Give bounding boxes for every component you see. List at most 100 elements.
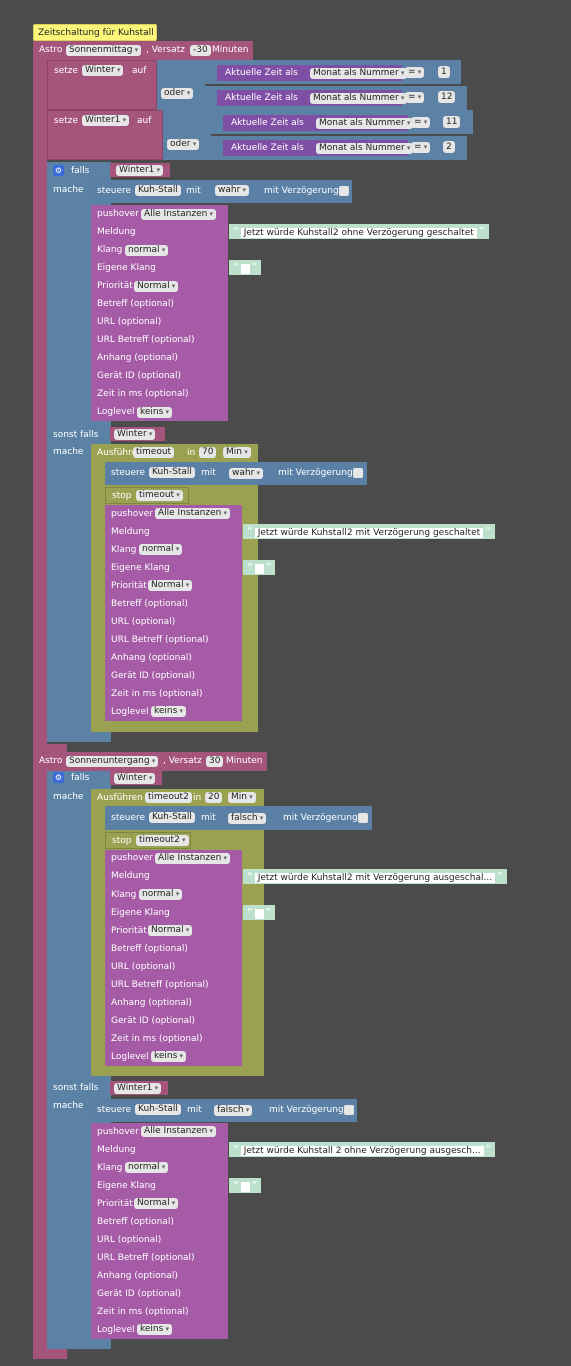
message-text[interactable]: Jetzt würde Kuhstall2 mit Verzögerung ge… [254,528,484,538]
time-format-dropdown[interactable]: Monat als Nummer [310,68,408,79]
timeout-value[interactable]: 20 [205,792,223,803]
stop-name-dropdown[interactable]: timeout2 [136,835,189,846]
value-dropdown[interactable]: falsch [228,813,267,824]
timeout-value[interactable]: 70 [199,447,217,458]
empty-string[interactable]: “ ” [243,905,276,920]
message-string[interactable]: “Jetzt würde Kuhstall2 ohne Verzögerung … [229,224,489,239]
delay-checkbox[interactable] [353,468,363,478]
empty-string[interactable]: “ ” [229,1178,262,1193]
delay-checkbox[interactable] [344,1105,354,1115]
compare-row[interactable]: Aktuelle Zeit als Monat als Nummer = 12 [205,86,467,110]
pushover-block-4[interactable]: pushover Alle Instanzen Meldung Klang no… [91,1123,228,1339]
compare-value[interactable]: 11 [443,116,461,128]
oder-dropdown[interactable]: oder [167,139,200,150]
empty-string[interactable]: “ ” [243,560,276,575]
timeout-unit-dropdown[interactable]: Min [228,792,256,803]
delay-checkbox[interactable] [339,186,349,196]
compare-value[interactable]: 1 [438,66,450,78]
offset-value[interactable]: -30 [190,45,211,56]
compare-row[interactable]: Aktuelle Zeit als Monat als Nummer = 1 [205,60,461,84]
steuere-block-4[interactable]: steuere Kuh-Stall mit falsch mit Verzöge… [91,1099,357,1122]
astro-event-dropdown[interactable]: Sonnenmittag [66,45,142,56]
klang-dropdown[interactable]: normal [139,889,183,900]
device-field[interactable]: Kuh-Stall [149,812,195,823]
stop-block-1[interactable]: stop timeout [105,487,189,504]
time-block[interactable]: Aktuelle Zeit als Monat als Nummer [223,115,414,131]
time-format-dropdown[interactable]: Monat als Nummer [316,143,414,154]
oder-block-2[interactable]: oder [163,110,211,160]
device-field[interactable]: Kuh-Stall [135,185,181,196]
timeout-name-field[interactable]: timeout2 [145,792,192,803]
stop-name-dropdown[interactable]: timeout [136,490,183,501]
message-string[interactable]: “Jetzt würde Kuhstall2 mit Verzögerung g… [243,524,495,539]
astro-block-2[interactable]: Astro Sonnenuntergang , Versatz 30 Minut… [33,752,267,771]
astro-block-1[interactable]: Astro Sonnenmittag , Versatz -30 Minuten [33,41,253,60]
setze-winter1-block[interactable]: setze Winter1 auf [47,110,163,160]
compare-value[interactable]: 2 [443,141,455,153]
instances-dropdown[interactable]: Alle Instanzen [155,508,231,519]
pushover-block-2[interactable]: pushover Alle Instanzen Meldung Klang no… [105,505,242,721]
operator-dropdown[interactable]: = [405,92,425,103]
message-string[interactable]: “Jetzt würde Kuhstall2 mit Verzögerung a… [243,869,507,884]
condition-var[interactable]: Winter [110,771,162,785]
condition-dropdown[interactable]: Winter [114,773,156,784]
loglevel-dropdown[interactable]: keins [137,407,173,418]
condition-var[interactable]: Winter [110,427,165,441]
time-block[interactable]: Aktuelle Zeit als Monat als Nummer [217,65,408,81]
instances-dropdown[interactable]: Alle Instanzen [141,209,217,220]
compare-value[interactable]: 12 [438,91,456,103]
oder-dropdown[interactable]: oder [161,88,194,99]
steuere-block-2[interactable]: steuere Kuh-Stall mit wahr mit Verzögeru… [105,462,367,485]
message-text[interactable]: Jetzt würde Kuhstall 2 ohne Verzögerung … [240,1146,484,1156]
prioritaet-dropdown[interactable]: Normal [148,925,193,936]
device-field[interactable]: Kuh-Stall [149,467,195,478]
value-dropdown[interactable]: falsch [214,1105,253,1116]
astro-event-dropdown[interactable]: Sonnenuntergang [66,756,159,767]
compare-row[interactable]: Aktuelle Zeit als Monat als Nummer = 11 [211,110,473,134]
setze-variable-dropdown[interactable]: Winter1 [82,115,130,126]
time-block[interactable]: Aktuelle Zeit als Monat als Nummer [223,140,414,156]
operator-dropdown[interactable]: = [411,142,431,153]
loglevel-dropdown[interactable]: keins [151,706,187,717]
prioritaet-dropdown[interactable]: Normal [134,281,179,292]
delay-checkbox[interactable] [358,813,368,823]
gear-icon[interactable]: ⚙ [53,772,64,783]
time-block[interactable]: Aktuelle Zeit als Monat als Nummer [217,90,408,106]
condition-dropdown[interactable]: Winter1 [116,165,164,176]
oder-block-1[interactable]: oder [157,60,205,110]
message-string[interactable]: “Jetzt würde Kuhstall 2 ohne Verzögerung… [229,1142,496,1157]
timeout-unit-dropdown[interactable]: Min [223,447,251,458]
klang-dropdown[interactable]: normal [125,245,169,256]
prioritaet-dropdown[interactable]: Normal [148,580,193,591]
condition-var[interactable]: Winter1 [110,1081,168,1095]
condition-dropdown[interactable]: Winter1 [114,1083,162,1094]
operator-dropdown[interactable]: = [411,117,431,128]
timeout-name-field[interactable]: timeout [133,447,175,458]
time-format-dropdown[interactable]: Monat als Nummer [316,118,414,129]
condition-dropdown[interactable]: Winter [114,429,156,440]
setze-winter-block[interactable]: setze Winter auf [47,60,157,110]
klang-dropdown[interactable]: normal [125,1162,169,1173]
instances-dropdown[interactable]: Alle Instanzen [141,1126,217,1137]
stop-block-2[interactable]: stop timeout2 [105,832,191,849]
pushover-block-1[interactable]: pushover Alle Instanzen Meldung Klang no… [91,205,228,421]
steuere-block-3[interactable]: steuere Kuh-Stall mit falsch mit Verzöge… [105,806,372,830]
klang-dropdown[interactable]: normal [139,544,183,555]
loglevel-dropdown[interactable]: keins [151,1051,187,1062]
empty-string[interactable]: “ ” [229,260,262,275]
value-dropdown[interactable]: wahr [229,468,264,479]
setze-variable-dropdown[interactable]: Winter [82,65,124,76]
message-text[interactable]: Jetzt würde Kuhstall2 ohne Verzögerung g… [240,228,477,238]
comment-block[interactable]: Zeitschaltung für Kuhstall [33,24,157,41]
compare-row[interactable]: Aktuelle Zeit als Monat als Nummer = 2 [211,136,467,160]
offset-value[interactable]: 30 [206,756,224,767]
steuere-block-1[interactable]: steuere Kuh-Stall mit wahr mit Verzögeru… [91,180,352,203]
loglevel-dropdown[interactable]: keins [137,1324,173,1335]
message-text[interactable]: Jetzt würde Kuhstall2 mit Verzögerung au… [254,873,496,883]
operator-dropdown[interactable]: = [405,67,425,78]
time-format-dropdown[interactable]: Monat als Nummer [310,93,408,104]
prioritaet-dropdown[interactable]: Normal [134,1198,179,1209]
condition-var[interactable]: Winter1 [110,163,170,177]
device-field[interactable]: Kuh-Stall [135,1104,181,1115]
instances-dropdown[interactable]: Alle Instanzen [155,853,231,864]
